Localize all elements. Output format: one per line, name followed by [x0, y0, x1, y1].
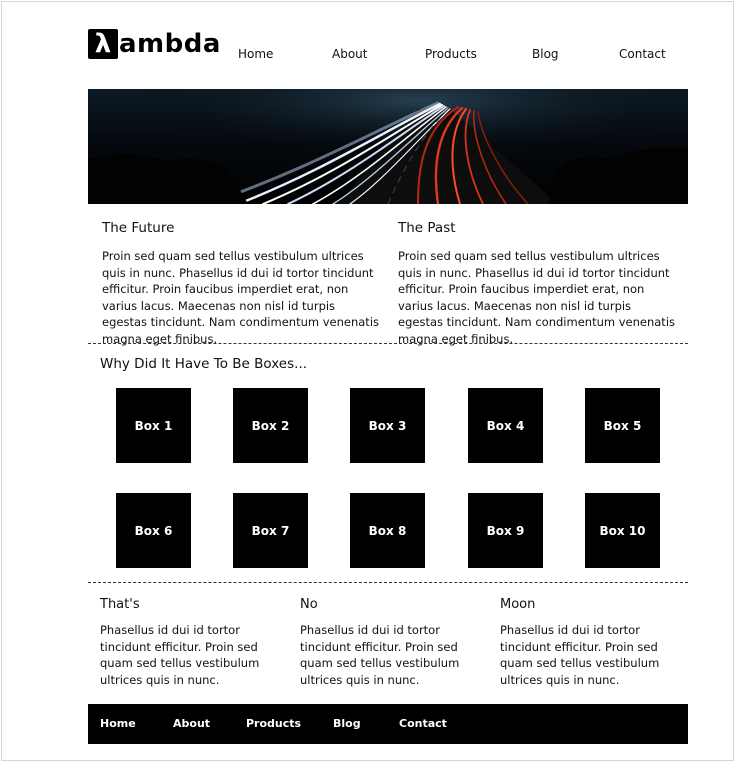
header: λ ambda Home About Products Blog Contact — [88, 28, 688, 68]
trio-item-thats: That's Phasellus id dui id tortor tincid… — [100, 596, 260, 688]
box-1: Box 1 — [116, 388, 191, 463]
trio-item-no: No Phasellus id dui id tortor tincidunt … — [300, 596, 460, 688]
trio-title: That's — [100, 597, 140, 612]
box-9: Box 9 — [468, 493, 543, 568]
trio-body: Phasellus id dui id tortor tincidunt eff… — [100, 623, 260, 687]
column-future: The Future Proin sed quam sed tellus ves… — [102, 218, 382, 347]
column-body: Proin sed quam sed tellus vestibulum ult… — [102, 249, 379, 346]
footer-contact[interactable]: Contact — [399, 717, 447, 730]
nav-products[interactable]: Products — [425, 47, 477, 61]
trio-body: Phasellus id dui id tortor tincidunt eff… — [500, 623, 660, 687]
footer-blog[interactable]: Blog — [333, 717, 361, 730]
highway-light-trails-photo — [88, 89, 688, 204]
box-5: Box 5 — [585, 388, 660, 463]
section-divider — [88, 343, 688, 344]
column-body: Proin sed quam sed tellus vestibulum ult… — [398, 249, 675, 346]
nav-about[interactable]: About — [332, 47, 367, 61]
footer-about[interactable]: About — [173, 717, 210, 730]
box-10: Box 10 — [585, 493, 660, 568]
box-2: Box 2 — [233, 388, 308, 463]
box-7: Box 7 — [233, 493, 308, 568]
boxes-section-title: Why Did It Have To Be Boxes... — [100, 356, 308, 372]
trio-item-moon: Moon Phasellus id dui id tortor tincidun… — [500, 596, 660, 688]
trio-title: Moon — [500, 597, 536, 612]
trio-body: Phasellus id dui id tortor tincidunt eff… — [300, 623, 460, 687]
column-title: The Past — [398, 220, 456, 236]
column-title: The Future — [102, 220, 175, 236]
section-divider — [88, 582, 688, 583]
box-6: Box 6 — [116, 493, 191, 568]
nav-blog[interactable]: Blog — [532, 47, 559, 61]
trio-title: No — [300, 597, 318, 612]
box-8: Box 8 — [350, 493, 425, 568]
main-nav: Home About Products Blog Contact — [88, 28, 688, 80]
footer-nav: Home About Products Blog Contact — [88, 704, 688, 744]
column-past: The Past Proin sed quam sed tellus vesti… — [398, 218, 678, 347]
box-4: Box 4 — [468, 388, 543, 463]
hero-image — [88, 89, 688, 204]
nav-contact[interactable]: Contact — [619, 47, 666, 61]
footer-products[interactable]: Products — [246, 717, 301, 730]
footer-home[interactable]: Home — [100, 717, 136, 730]
nav-home[interactable]: Home — [238, 47, 273, 61]
box-3: Box 3 — [350, 388, 425, 463]
